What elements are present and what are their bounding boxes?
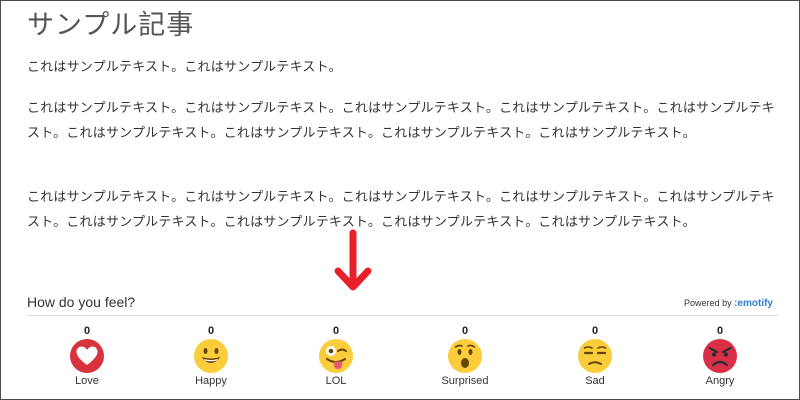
reaction-label: Love [75,375,99,387]
reaction-label: Happy [195,375,227,387]
reaction-count: 0 [83,325,91,337]
reaction-label: LOL [325,375,347,387]
article-paragraph-2: これはサンプルテキスト。これはサンプルテキスト。これはサンプルテキスト。これはサ… [27,101,775,141]
reaction-happy[interactable]: 0 Happy [176,324,246,387]
emotify-brand-link[interactable]: :emotify [734,298,773,309]
reactions-row: 0 Love 0 Happy 0 LOL 0 Surprised 0 Sad 0… [1,324,800,394]
unamused-icon[interactable] [577,338,613,374]
reaction-love[interactable]: 0 Love [52,324,122,387]
reaction-angry[interactable]: 0 Angry [685,324,755,387]
reaction-lol[interactable]: 0 LOL [301,324,371,387]
powered-by[interactable]: Powered by :emotify [684,298,773,309]
article-title: サンプル記事 [27,10,195,41]
reaction-label: Surprised [441,375,489,387]
reaction-surprised[interactable]: 0 Surprised [430,324,500,387]
article-paragraph-3: これはサンプルテキスト。これはサンプルテキスト。これはサンプルテキスト。これはサ… [27,190,775,230]
reaction-count: 0 [591,325,599,337]
down-arrow-icon [334,229,372,291]
angry-icon[interactable] [702,338,738,374]
divider [27,315,779,316]
reaction-count: 0 [207,325,215,337]
surprised-icon[interactable] [447,338,483,374]
powered-by-label: Powered by [684,298,732,308]
reactions-prompt: How do you feel? [27,294,136,310]
heart-icon[interactable] [69,338,105,374]
reaction-label: Angry [705,375,735,387]
smile-icon[interactable] [193,338,229,374]
reaction-count: 0 [332,325,340,337]
reaction-count: 0 [461,325,469,337]
reaction-sad[interactable]: 0 Sad [560,324,630,387]
wink-tongue-icon[interactable] [318,338,354,374]
reaction-label: Sad [585,375,605,387]
reaction-count: 0 [716,325,724,337]
article-paragraph-1: これはサンプルテキスト。これはサンプルテキスト。 [27,60,342,75]
